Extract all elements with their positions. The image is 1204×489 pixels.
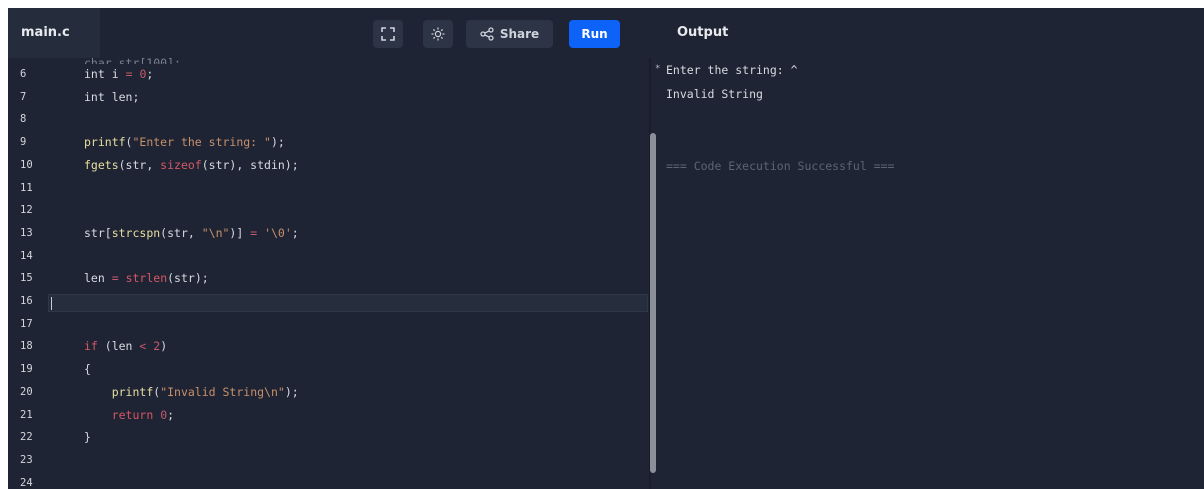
line-number: 14 bbox=[20, 249, 33, 262]
fullscreen-button[interactable] bbox=[373, 20, 403, 48]
partial-code-line: char str[100]; bbox=[84, 58, 181, 64]
code-line: if (len < 2) bbox=[84, 339, 168, 354]
output-panel-title: Output bbox=[677, 25, 729, 40]
line-number-gutter: 6 7 8 9 10 11 12 13 14 15 16 17 18 19 20 21 22 23 24 bbox=[8, 58, 48, 489]
line-number: 24 bbox=[20, 476, 33, 489]
output-line: Invalid String bbox=[666, 87, 763, 101]
line-number: 16 bbox=[20, 295, 33, 307]
line-number: 21 bbox=[20, 408, 33, 421]
line-number: 18 bbox=[20, 340, 33, 353]
file-tab-main-c[interactable]: main.c bbox=[8, 8, 100, 58]
output-marker: * bbox=[655, 64, 661, 74]
code-line: len = strlen(str); bbox=[84, 271, 209, 286]
code-line: printf("Invalid String\n"); bbox=[111, 384, 299, 399]
active-line-highlight bbox=[48, 294, 648, 312]
share-icon bbox=[480, 27, 494, 41]
share-button[interactable]: Share bbox=[466, 20, 553, 48]
line-number: 15 bbox=[20, 272, 33, 285]
line-number: 23 bbox=[20, 453, 33, 466]
line-number: 9 bbox=[20, 136, 27, 149]
line-number: 11 bbox=[20, 181, 33, 194]
execution-success-message: === Code Execution Successful === bbox=[666, 159, 895, 173]
top-toolbar: main.c Share Run Output bbox=[8, 8, 1204, 58]
fullscreen-icon bbox=[381, 27, 395, 41]
code-line: { bbox=[84, 362, 91, 377]
line-number: 10 bbox=[20, 158, 33, 171]
code-line: int len; bbox=[84, 89, 140, 104]
output-panel: * Enter the string: ^ Invalid String ===… bbox=[655, 58, 1204, 489]
code-editor[interactable]: char str[100]; 6 7 8 9 10 11 12 13 14 15 16 17 18 19 2… bbox=[8, 58, 649, 489]
line-number: 22 bbox=[20, 431, 33, 444]
output-line: Enter the string: ^ bbox=[666, 63, 798, 77]
theme-toggle-button[interactable] bbox=[423, 20, 453, 48]
line-number: 13 bbox=[20, 226, 33, 239]
code-line: } bbox=[84, 430, 91, 445]
editor-scrollbar[interactable] bbox=[650, 133, 656, 473]
code-line: fgets(str, sizeof(str), stdin); bbox=[84, 157, 299, 172]
code-line: str[strcspn(str, "\n")] = '\0'; bbox=[84, 225, 299, 240]
line-number: 12 bbox=[20, 204, 33, 217]
code-line: printf("Enter the string: "); bbox=[84, 135, 285, 150]
line-number: 17 bbox=[20, 317, 33, 330]
text-cursor bbox=[51, 297, 52, 310]
run-button[interactable]: Run bbox=[569, 20, 620, 48]
line-number: 6 bbox=[20, 68, 27, 80]
line-number: 20 bbox=[20, 385, 33, 398]
line-number: 7 bbox=[20, 90, 27, 103]
theme-sun-icon bbox=[431, 27, 445, 41]
share-label: Share bbox=[499, 27, 540, 41]
code-line: return 0; bbox=[111, 407, 175, 422]
line-number: 8 bbox=[20, 113, 27, 126]
code-line: int i = 0; bbox=[84, 67, 154, 81]
online-compiler-window: main.c Share Run Output 6 7 8 9 10 11 12… bbox=[8, 8, 1204, 489]
line-number: 19 bbox=[20, 363, 33, 376]
